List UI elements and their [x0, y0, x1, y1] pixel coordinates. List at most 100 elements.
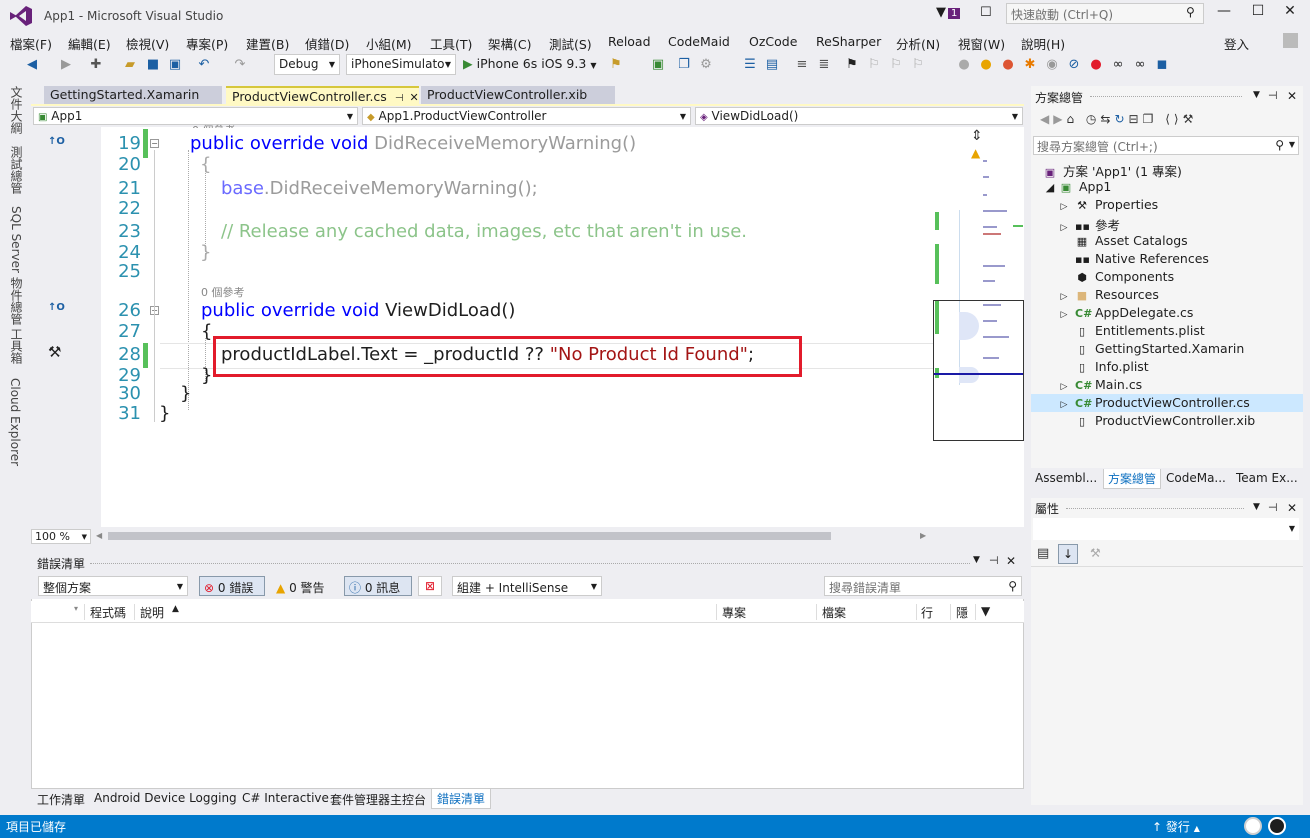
tree-item-main[interactable]: ▷ C# Main.cs — [1031, 376, 1303, 394]
menu-tools[interactable]: 工具(T) — [430, 34, 472, 53]
clear-bookmarks-icon[interactable]: ⚐ — [910, 57, 926, 73]
menu-analyze[interactable]: 分析(N) — [896, 34, 940, 53]
glasses-icon[interactable]: ∞ — [1110, 57, 1126, 73]
deploy-icon[interactable]: ⚙ — [698, 57, 714, 73]
back-icon[interactable]: ◀ — [24, 57, 40, 73]
close-tab-icon[interactable]: ✕ — [410, 91, 419, 104]
attach-icon[interactable]: ⊘ — [1066, 57, 1082, 73]
tree-item-appdelegate[interactable]: ▷ C# AppDelegate.cs — [1031, 304, 1303, 322]
code-comment-line-23[interactable]: // Release any cached data, images, etc … — [221, 221, 747, 242]
collapse-all-icon[interactable]: ⊟ — [1129, 112, 1143, 126]
refresh-icon[interactable]: ↻ — [1114, 112, 1128, 126]
save-icon[interactable]: ■ — [145, 57, 161, 73]
tab-task-list[interactable]: 工作清單 — [37, 791, 85, 808]
override-marker-icon[interactable]: ↑O — [48, 302, 65, 313]
feedback-face-icon[interactable] — [1268, 817, 1286, 835]
solution-configuration-select[interactable]: Debug ▼ — [274, 54, 340, 75]
tab-team-explorer[interactable]: Team Ex... — [1236, 471, 1298, 485]
messages-filter-button[interactable]: ⓘ 0 訊息 — [344, 576, 412, 596]
menu-reload[interactable]: Reload — [608, 34, 651, 49]
sync-icon[interactable]: ⇆ — [1100, 112, 1114, 126]
tree-item-entitlements[interactable]: ▯ Entitlements.plist — [1031, 322, 1303, 340]
menu-help[interactable]: 說明(H) — [1021, 34, 1065, 53]
feedback-icon[interactable]: ☐ — [980, 5, 992, 20]
menu-edit[interactable]: 編輯(E) — [68, 34, 111, 53]
tree-item-productviewcontroller-cs[interactable]: ▷ C# ProductViewController.cs — [1031, 394, 1303, 412]
code-line-27[interactable]: { — [201, 321, 212, 342]
errors-filter-button[interactable]: ⊗ 0 錯誤 — [199, 576, 265, 596]
code-line-26[interactable]: public override void ViewDidLoad() — [201, 300, 515, 321]
column-project[interactable]: 專案 — [722, 604, 746, 621]
code-view-icon[interactable]: ⟨⟩ — [1165, 112, 1182, 126]
horizontal-scrollbar-thumb[interactable] — [108, 532, 831, 540]
maximize-button[interactable]: ☐ — [1244, 3, 1272, 19]
tab-sql-server-explorer[interactable]: SQL Server 物件總管 — [8, 206, 25, 325]
tree-item-project[interactable]: ◢ ▣ App1 — [1031, 178, 1303, 196]
menu-view[interactable]: 檢視(V) — [126, 34, 169, 53]
code-line-30[interactable]: } — [180, 383, 191, 404]
tree-item-infoplist[interactable]: ▯ Info.plist — [1031, 358, 1303, 376]
tab-document-outline[interactable]: 文件大綱 — [8, 86, 25, 134]
copy-icon[interactable]: ❐ — [676, 57, 692, 73]
tab-assembly-explorer[interactable]: Assembl... — [1035, 471, 1097, 485]
ozcode-icon[interactable]: ● — [978, 57, 994, 73]
camera-icon[interactable]: ◉ — [1044, 57, 1060, 73]
menu-codemaid[interactable]: CodeMaid — [668, 34, 730, 49]
menu-team[interactable]: 小組(M) — [366, 34, 412, 53]
search-icon[interactable]: ⚲ — [1186, 5, 1195, 19]
tree-item-native-references[interactable]: ▪▪ Native References — [1031, 250, 1303, 268]
panel-menu-icon[interactable]: ▼ — [1253, 502, 1260, 512]
bookmark-list-icon[interactable]: ☰ — [742, 57, 758, 73]
quick-launch-input[interactable]: 快速啟動 (Ctrl+Q) — [1006, 3, 1204, 24]
categorized-icon[interactable]: ▤ — [1037, 546, 1049, 561]
tab-productviewcontroller-cs[interactable]: ProductViewController.cs ⊣ ✕ — [226, 86, 419, 104]
undo-icon[interactable]: ↶ — [196, 57, 212, 73]
menu-debug[interactable]: 偵錯(D) — [305, 34, 349, 53]
sign-in-link[interactable]: 登入 — [1224, 34, 1249, 53]
tab-solution-explorer[interactable]: 方案總管 — [1103, 469, 1162, 489]
profiler-icon[interactable]: ● — [1000, 57, 1016, 73]
tab-gettingstarted-xamarin[interactable]: GettingStarted.Xamarin — [44, 86, 222, 104]
feedback-bubble-icon[interactable]: ◼ — [1154, 57, 1170, 73]
override-marker-icon[interactable]: ↑O — [48, 136, 65, 147]
tab-productviewcontroller-xib[interactable]: ProductViewController.xib — [421, 86, 615, 104]
menu-build[interactable]: 建置(B) — [246, 34, 289, 53]
warnings-filter-button[interactable]: ▲ 0 警告 — [271, 576, 337, 596]
back-icon[interactable]: ◀ — [1040, 112, 1053, 126]
error-icon[interactable]: ● — [1088, 57, 1104, 73]
publish-button[interactable]: ↑ 發行 ▲ — [1152, 818, 1200, 835]
tree-item-references[interactable]: ▷ ▪▪ 參考 — [1031, 214, 1303, 233]
column-sort-icon[interactable]: ▾ — [74, 604, 78, 613]
scope-select[interactable]: 整個方案 ▼ — [38, 576, 188, 596]
minimap-viewport[interactable] — [933, 300, 1024, 441]
device-icon[interactable]: ▣ — [650, 57, 666, 73]
tab-android-device-logging[interactable]: Android Device Logging — [94, 791, 237, 805]
binoculars-icon[interactable]: ∞ — [1132, 57, 1148, 73]
tree-item-solution[interactable]: ▣ 方案 'App1' (1 專案) — [1031, 160, 1303, 179]
collapse-icon[interactable]: − — [150, 139, 159, 148]
column-description[interactable]: 說明 — [140, 604, 164, 621]
code-line-29[interactable]: } — [201, 365, 212, 386]
tab-test-explorer[interactable]: 測試總管 — [8, 146, 25, 194]
column-suppression[interactable]: 隱 — [956, 604, 968, 621]
tab-csharp-interactive[interactable]: C# Interactive — [242, 791, 329, 805]
next-bookmark-icon[interactable]: ⚐ — [888, 57, 904, 73]
menu-project[interactable]: 專案(P) — [186, 34, 228, 53]
scroll-left-icon[interactable]: ◀ — [96, 531, 102, 540]
scroll-right-icon[interactable]: ▶ — [920, 531, 926, 540]
tab-cloud-explorer[interactable]: Cloud Explorer — [8, 378, 22, 466]
column-file[interactable]: 檔案 — [822, 604, 846, 621]
pin-icon[interactable]: ⊣ — [1268, 501, 1278, 514]
split-icon[interactable]: ⇕ — [971, 128, 983, 144]
tree-item-resources[interactable]: ▷ ■ Resources — [1031, 286, 1303, 304]
forward-icon[interactable]: ▶ — [58, 57, 74, 73]
minimize-button[interactable]: — — [1210, 3, 1238, 19]
member-dropdown[interactable]: ◈ ViewDidLoad() ▼ — [695, 107, 1023, 125]
align-icon[interactable]: ▤ — [764, 57, 780, 73]
column-line[interactable]: 行 — [921, 604, 933, 621]
properties-wrench-icon[interactable]: ⚒ — [1183, 112, 1198, 126]
save-all-icon[interactable]: ▣ — [167, 57, 183, 73]
code-line-21[interactable]: base.DidReceiveMemoryWarning(); — [221, 178, 538, 199]
tree-item-properties[interactable]: ▷ ⚒ Properties — [1031, 196, 1303, 214]
bookmark-icon[interactable]: ⚑ — [844, 57, 860, 73]
